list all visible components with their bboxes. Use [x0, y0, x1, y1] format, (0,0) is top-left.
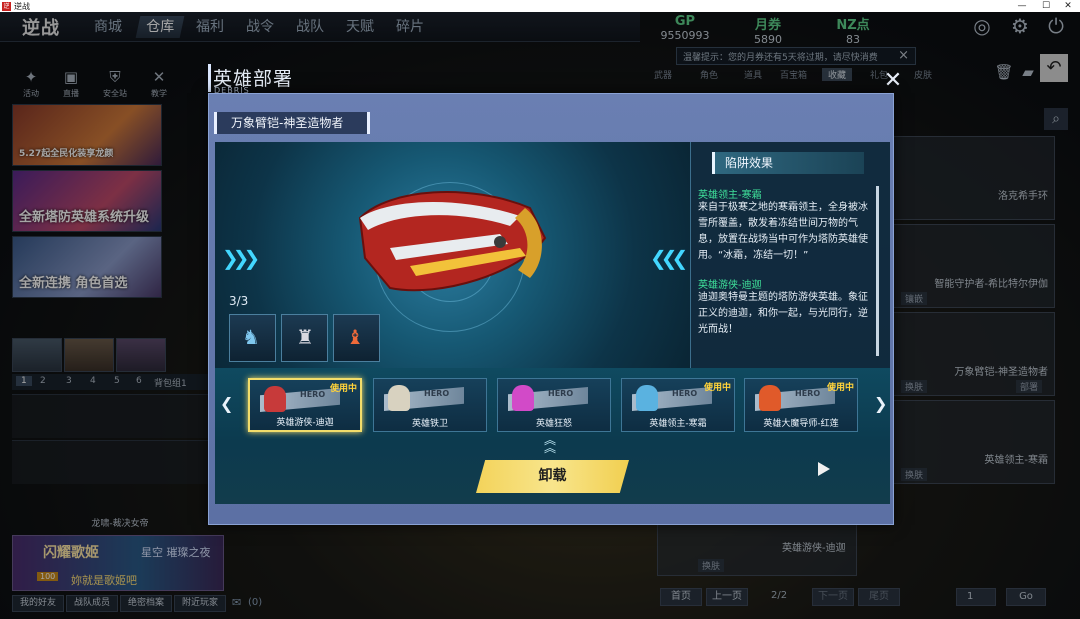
- close-icon[interactable]: ✕: [880, 68, 906, 94]
- hero-next-arrow[interactable]: ❯: [874, 394, 887, 413]
- hero-avatar: [512, 385, 534, 411]
- hero-badge-text: HERO: [548, 389, 574, 398]
- in-use-badge: 使用中: [329, 384, 357, 394]
- hero-card[interactable]: HERO 英雄铁卫: [373, 378, 487, 432]
- chevron-left-icon: ❮❮❮: [650, 246, 688, 270]
- hero-avatar: [636, 385, 658, 411]
- in-use-badge: 使用中: [826, 383, 854, 393]
- mouse-cursor-icon: [818, 462, 830, 476]
- trap-name: 英雄游侠-迪迦: [698, 280, 762, 291]
- skin-count: 3/3: [229, 294, 249, 308]
- close-window-button[interactable]: ✕: [1056, 0, 1080, 12]
- minimize-button[interactable]: —: [1010, 0, 1034, 12]
- hero-prev-arrow[interactable]: ❮: [220, 394, 233, 413]
- gauntlet-image: [358, 190, 547, 292]
- trap-scrollbar[interactable]: [876, 186, 879, 356]
- hero-badge-text: HERO: [300, 390, 326, 399]
- hero-badge-text: HERO: [795, 389, 821, 398]
- item-title: 万象臂铠-神圣造物者: [214, 112, 370, 134]
- skin-figure-icon: ♞: [242, 325, 260, 349]
- app-icon: 逆: [2, 1, 11, 11]
- trap-effect-header: 陷阱效果: [712, 152, 864, 174]
- skin-figure-icon: ♝: [346, 325, 364, 349]
- unload-button[interactable]: 卸载: [476, 460, 629, 493]
- trap-name: 英雄领主-寒霜: [698, 190, 762, 201]
- hero-card[interactable]: HERO 使用中 英雄大魔导师-红莲: [744, 378, 858, 432]
- hero-avatar: [388, 385, 410, 411]
- window-title: 逆战: [14, 1, 30, 11]
- hero-avatar: [264, 386, 286, 412]
- skin-thumb[interactable]: ♜: [281, 314, 328, 362]
- chevron-up-icon: ︽ ︽: [544, 433, 557, 455]
- hero-avatar: [759, 385, 781, 411]
- hero-name: 英雄游侠-迪迦: [276, 418, 334, 428]
- hero-card[interactable]: HERO 使用中 英雄游侠-迪迦: [248, 378, 362, 432]
- skin-thumb[interactable]: ♞: [229, 314, 276, 362]
- hero-badge-text: HERO: [672, 389, 698, 398]
- maximize-button[interactable]: ☐: [1034, 0, 1058, 12]
- chevron-right-icon: ❯❯❯: [222, 246, 260, 270]
- hero-name: 英雄铁卫: [411, 419, 448, 429]
- hero-card[interactable]: HERO 使用中 英雄领主-寒霜: [621, 378, 735, 432]
- trap-description: 来自于极寒之地的寒霜领主，全身被冰雪所覆盖，散发着冻结世间万物的气息，放置在战场…: [698, 202, 868, 261]
- window-titlebar: 逆 逆战 — ☐ ✕: [0, 0, 1080, 12]
- modal-title-accent: [208, 64, 211, 92]
- hero-name: 英雄狂怒: [535, 419, 572, 429]
- hero-card[interactable]: HERO 英雄狂怒: [497, 378, 611, 432]
- hero-name: 英雄领主-寒霜: [649, 419, 707, 429]
- in-use-badge: 使用中: [703, 383, 731, 393]
- hero-badge-text: HERO: [424, 389, 450, 398]
- trap-description: 迪迦奥特曼主题的塔防游侠英雄。象征正义的迪迦，和你一起，与光同行，逆光而战！: [698, 292, 868, 335]
- hero-name: 英雄大魔导师-红莲: [763, 419, 839, 429]
- skin-thumb[interactable]: ♝: [333, 314, 380, 362]
- skin-figure-icon: ♜: [296, 325, 314, 349]
